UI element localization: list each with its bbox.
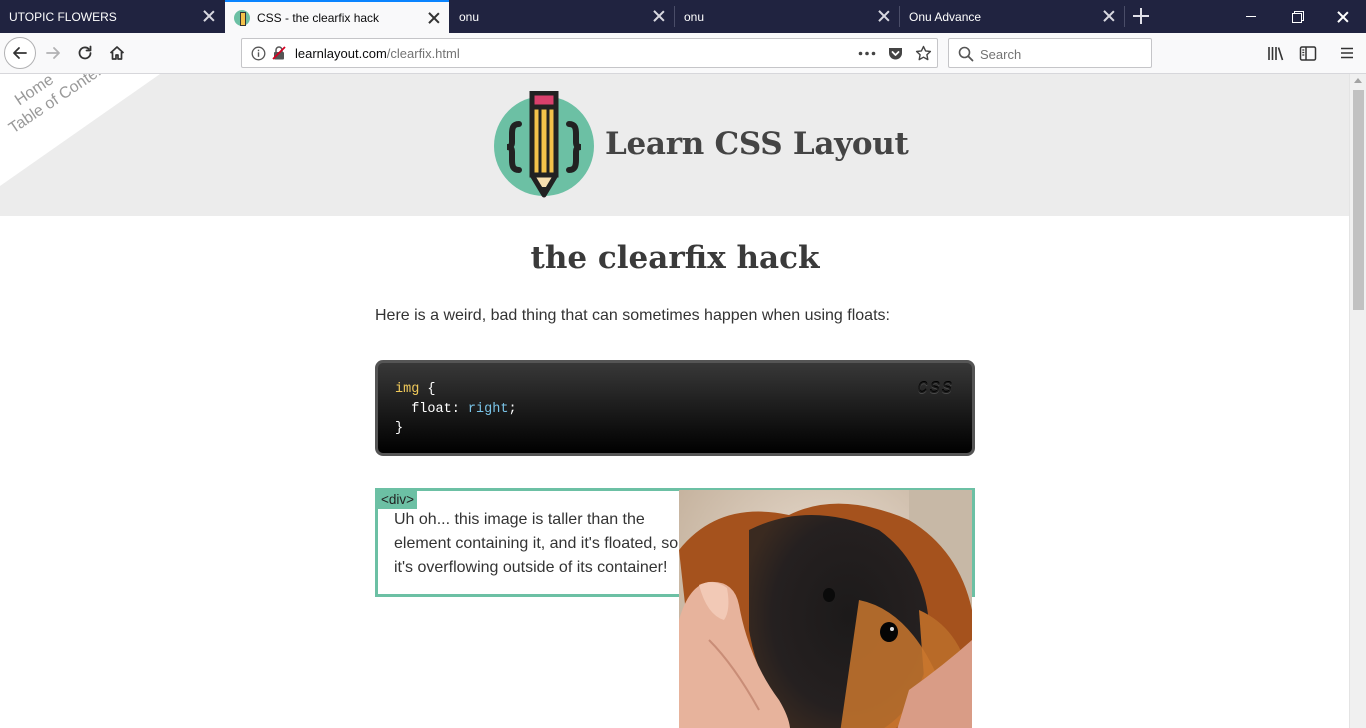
learnlayout-favicon-icon [234,9,250,26]
navigation-toolbar: learnlayout.com/clearfix.html Search [0,33,1366,74]
url-domain: learnlayout.com [295,46,387,61]
code-line-1: img { [395,380,955,400]
new-tab-icon[interactable] [1132,7,1150,25]
window-close-icon[interactable] [1320,0,1366,33]
code-open-brace: { [419,382,436,397]
url-path: /clearfix.html [386,46,460,61]
home-button[interactable] [101,37,133,69]
menu-icon[interactable] [1339,45,1355,61]
minimize-icon[interactable] [1228,0,1274,33]
bookmark-star-icon[interactable] [915,45,932,62]
code-language-label: CSS [917,380,954,399]
back-arrow-icon [13,47,27,59]
tab-strip: UTOPIC FLOWERS CSS - the clearfix hack o… [0,0,1366,33]
reload-icon [78,45,92,60]
tab-utopic-flowers[interactable]: UTOPIC FLOWERS [0,0,224,33]
info-icon[interactable] [251,46,266,61]
code-selector: img [395,382,420,397]
home-icon [109,46,125,60]
tab-close-icon[interactable] [427,11,441,25]
insecure-lock-icon[interactable] [271,45,287,61]
tab-close-icon[interactable] [652,9,666,23]
search-icon [958,46,974,62]
code-line-3: } [395,421,404,436]
scrollbar-thumb[interactable] [1353,90,1364,310]
page-scrollbar[interactable] [1349,74,1366,728]
demo-text: Uh oh... this image is taller than the e… [394,511,679,576]
tab-close-icon[interactable] [202,9,216,23]
reload-button[interactable] [69,37,101,69]
site-header: Home Table of Contents Learn CSS Layout [0,74,1349,216]
tab-onu-advance[interactable]: Onu Advance [900,0,1124,33]
guinea-pig-photo [679,490,972,728]
search-bar[interactable]: Search [948,38,1152,68]
forward-button[interactable] [37,37,69,69]
pencil-logo-icon[interactable] [494,91,594,199]
library-icon[interactable] [1267,45,1285,62]
tab-onu-2[interactable]: onu [675,0,899,33]
site-title[interactable]: Learn CSS Layout [605,126,909,162]
code-line-2: float: right; [395,400,955,420]
url-bar[interactable]: learnlayout.com/clearfix.html [241,38,938,68]
tab-separator [1124,6,1125,27]
tab-title: onu [459,9,480,24]
div-tag-label: <div> [378,491,418,509]
page-actions-icon[interactable] [858,51,876,56]
tab-title: Onu Advance [909,9,982,24]
tab-title: onu [684,9,705,24]
search-placeholder: Search [980,47,1022,62]
code-semicolon: ; [508,401,517,417]
intro-paragraph: Here is a weird, bad thing that can some… [375,307,890,324]
tab-onu-1[interactable]: onu [450,0,674,33]
page-title: the clearfix hack [530,240,820,276]
tab-title: UTOPIC FLOWERS [9,9,117,24]
page-viewport: Home Table of Contents Learn CSS Layout … [0,74,1349,728]
url-text[interactable]: learnlayout.com/clearfix.html [295,46,460,61]
back-button[interactable] [4,37,36,69]
tab-close-icon[interactable] [1102,9,1116,23]
code-value: right [467,401,509,417]
restore-icon[interactable] [1274,0,1320,33]
pocket-icon[interactable] [887,45,904,62]
forward-arrow-icon [46,47,60,59]
tab-clearfix[interactable]: CSS - the clearfix hack [225,0,449,33]
scroll-up-arrow-icon[interactable] [1354,78,1362,83]
tab-title: CSS - the clearfix hack [257,10,380,25]
tab-close-icon[interactable] [877,9,891,23]
sidebar-icon[interactable] [1299,45,1317,62]
code-block: img { float: right; } CSS [375,360,975,456]
code-property: float: [395,401,468,417]
